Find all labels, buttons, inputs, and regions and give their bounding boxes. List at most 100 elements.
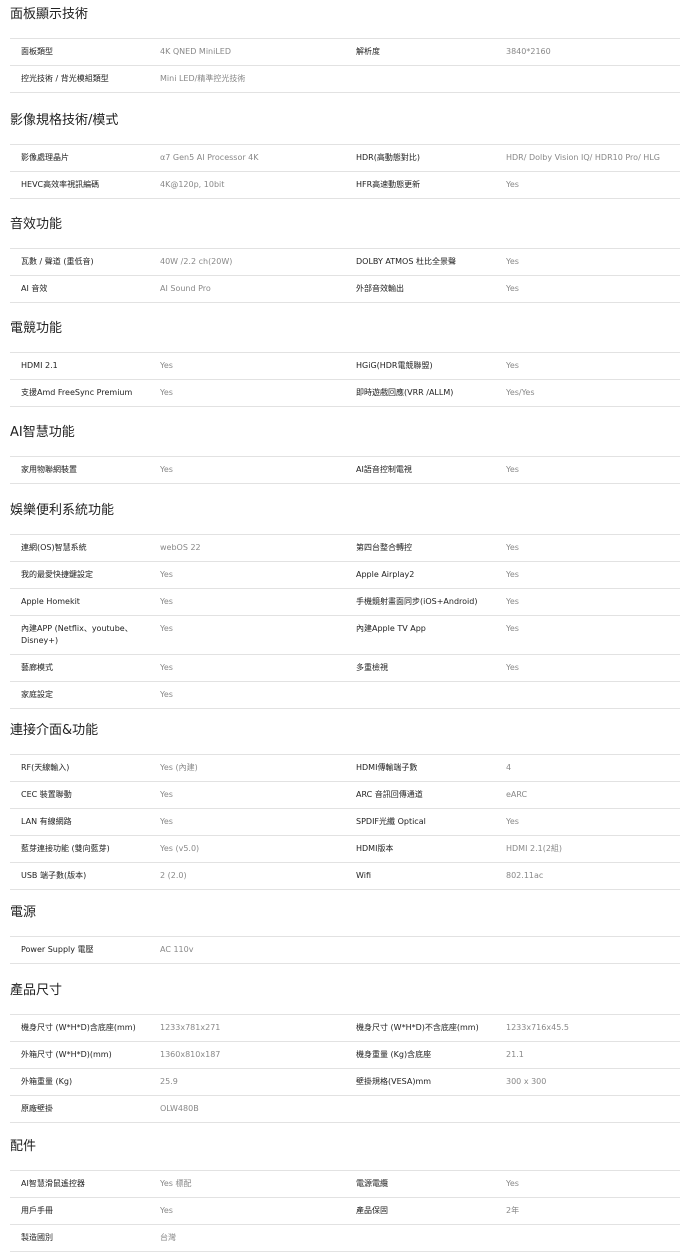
spec-value [506, 937, 680, 963]
spec-table: HDMI 2.1 Yes HGiG(HDR電競聯盟) Yes 支援Amd FreeSyn… [10, 352, 680, 407]
section-title: 音效功能 [10, 217, 63, 232]
spec-value: 25.9 [160, 1077, 178, 1086]
spec-value: 台灣 [160, 1233, 176, 1242]
spec-value: Yes [506, 570, 519, 579]
spec-row: 製造國別 台灣 [10, 1225, 680, 1252]
section-title: 產品尺寸 [10, 983, 63, 998]
spec-row: Power Supply 電壓 AC 110v [10, 936, 680, 964]
section-title: 配件 [10, 1139, 37, 1154]
spec-label: 外箱尺寸 (W*H*D)(mm) [21, 1050, 112, 1059]
spec-row: 支援Amd FreeSync Premium Yes 即時遊戲回應(VRR /ALL… [10, 380, 680, 407]
spec-value: Yes [160, 690, 173, 699]
spec-value: Mini LED/精準控光技術 [160, 74, 246, 83]
spec-value [506, 1225, 680, 1251]
spec-value: Yes [160, 388, 173, 397]
spec-row: 家庭設定 Yes [10, 682, 680, 709]
spec-label: Power Supply 電壓 [21, 945, 94, 954]
spec-table: 影像處理晶片 α7 Gen5 AI Processor 4K HDR(高動態對比) H… [10, 144, 680, 199]
section-title: 連接介面&功能 [10, 723, 99, 738]
section-title: 電源 [10, 905, 37, 920]
spec-value: Yes 標配 [160, 1179, 192, 1188]
spec-row: 我的最愛快捷鍵設定 Yes Apple Airplay2 Yes [10, 562, 680, 589]
spec-table: 瓦數 / 聲道 (重低音) 40W /2.2 ch(20W) DOLBY ATMOS… [10, 248, 680, 303]
spec-section: 連接介面&功能 RF(天線輸入) Yes (內建) HDMI傳輸端子數 4 CEC 裝置聯… [0, 720, 680, 890]
spec-value: 4K@120p, 10bit [160, 180, 225, 189]
spec-label: 藝廊模式 [21, 663, 53, 672]
spec-value: Yes (內建) [160, 763, 198, 772]
spec-row: RF(天線輸入) Yes (內建) HDMI傳輸端子數 4 [10, 754, 680, 782]
spec-value: Yes [160, 790, 173, 799]
spec-row: 原廠壁掛 OLW480B [10, 1096, 680, 1123]
spec-label: HDMI 2.1 [21, 361, 58, 370]
spec-row: 機身尺寸 (W*H*D)含底座(mm) 1233x781x271 機身尺寸 (W*H… [10, 1014, 680, 1042]
spec-row: LAN 有線網路 Yes SPDIF光纖 Optical Yes [10, 809, 680, 836]
spec-label: 支援Amd FreeSync Premium [21, 388, 133, 397]
spec-label: Wifi [356, 871, 371, 880]
spec-value: Yes [506, 817, 519, 826]
spec-row: 面板類型 4K QNED MiniLED 解析度 3840*2160 [10, 38, 680, 66]
spec-section: 娛樂便利系統功能 連網(OS)智慧系統 webOS 22 第四台整合轉控 Yes 我的最愛… [0, 500, 680, 709]
spec-table: 面板類型 4K QNED MiniLED 解析度 3840*2160 控光技術 / 背光… [10, 38, 680, 93]
spec-value: HDMI 2.1(2組) [506, 844, 563, 853]
spec-label: USB 端子數(版本) [21, 871, 87, 880]
spec-label [356, 1225, 506, 1251]
spec-value [506, 682, 680, 708]
spec-value: Yes [506, 361, 519, 370]
spec-label: 家庭設定 [21, 690, 53, 699]
spec-label: AI語音控制電視 [356, 465, 412, 474]
spec-value: Yes/Yes [506, 388, 535, 397]
spec-value: 3840*2160 [506, 47, 551, 56]
spec-label: HEVC高效率視訊編碼 [21, 180, 100, 189]
spec-table: 機身尺寸 (W*H*D)含底座(mm) 1233x781x271 機身尺寸 (W*H… [10, 1014, 680, 1123]
spec-table: AI智慧滑鼠遙控器 Yes 標配 電源電纜 Yes 用戶手冊 Yes 產品保固 2年 製造國別 台… [10, 1170, 680, 1252]
spec-label: 內建APP (Netflix、youtube、Disney+) [21, 624, 133, 645]
spec-label [356, 66, 506, 92]
spec-section: AI智慧功能家用物聯網裝置 Yes AI語音控制電視 Yes [0, 422, 680, 484]
spec-label: AI 音效 [21, 284, 48, 293]
spec-label: 藍芽連接功能 (雙向藍芽) [21, 844, 110, 853]
spec-value: Yes [160, 361, 173, 370]
spec-label: 影像處理晶片 [21, 153, 69, 162]
spec-table: 家用物聯網裝置 Yes AI語音控制電視 Yes [10, 456, 680, 484]
spec-section: 電競功能 HDMI 2.1 Yes HGiG(HDR電競聯盟) Yes 支援Amd Fre… [0, 318, 680, 407]
spec-label: Apple Homekit [21, 597, 80, 606]
spec-value: eARC [506, 790, 528, 799]
spec-row: Apple Homekit Yes 手機鏡射畫面同步(iOS+Android) Yes [10, 589, 680, 616]
spec-row: AI 音效 AI Sound Pro 外部音效輸出 Yes [10, 276, 680, 303]
spec-label: HDMI傳輸端子數 [356, 763, 418, 772]
spec-section: 音效功能瓦數 / 聲道 (重低音) 40W /2.2 ch(20W) DOLBY A… [0, 214, 680, 303]
spec-table: Power Supply 電壓 AC 110v [10, 936, 680, 964]
spec-value: Yes [506, 597, 519, 606]
spec-value: Yes [506, 543, 519, 552]
spec-row: CEC 裝置聯動 Yes ARC 音訊回傳通道 eARC [10, 782, 680, 809]
spec-label: HDR(高動態對比) [356, 153, 420, 162]
spec-value: Yes [160, 597, 173, 606]
spec-label: 電源電纜 [356, 1179, 388, 1188]
spec-value: Yes [160, 570, 173, 579]
spec-value: Yes [506, 1179, 519, 1188]
spec-value: Yes [506, 663, 519, 672]
spec-value: Yes [160, 817, 173, 826]
spec-value: 21.1 [506, 1050, 524, 1059]
section-title: AI智慧功能 [10, 425, 75, 440]
spec-value: Yes (v5.0) [160, 844, 200, 853]
spec-value: Yes [160, 1206, 173, 1215]
spec-label: 瓦數 / 聲道 (重低音) [21, 257, 94, 266]
spec-label: 用戶手冊 [21, 1206, 53, 1215]
spec-value: 2 (2.0) [160, 871, 187, 880]
spec-label: Apple Airplay2 [356, 570, 415, 579]
spec-value: Yes [506, 284, 519, 293]
spec-value: 802.11ac [506, 871, 544, 880]
spec-label: ARC 音訊回傳通道 [356, 790, 423, 799]
spec-label: RF(天線輸入) [21, 763, 70, 772]
spec-value: 300 x 300 [506, 1077, 547, 1086]
spec-value [506, 66, 680, 92]
spec-label: 機身重量 (Kg)含底座 [356, 1050, 432, 1059]
spec-row: 外箱重量 (Kg) 25.9 壁掛規格(VESA)mm 300 x 300 [10, 1069, 680, 1096]
spec-label: HGiG(HDR電競聯盟) [356, 361, 433, 370]
spec-label: 解析度 [356, 47, 380, 56]
spec-row: AI智慧滑鼠遙控器 Yes 標配 電源電纜 Yes [10, 1170, 680, 1198]
spec-value: 1360x810x187 [160, 1050, 221, 1059]
spec-value: 4K QNED MiniLED [160, 47, 232, 56]
spec-label: 產品保固 [356, 1206, 388, 1215]
